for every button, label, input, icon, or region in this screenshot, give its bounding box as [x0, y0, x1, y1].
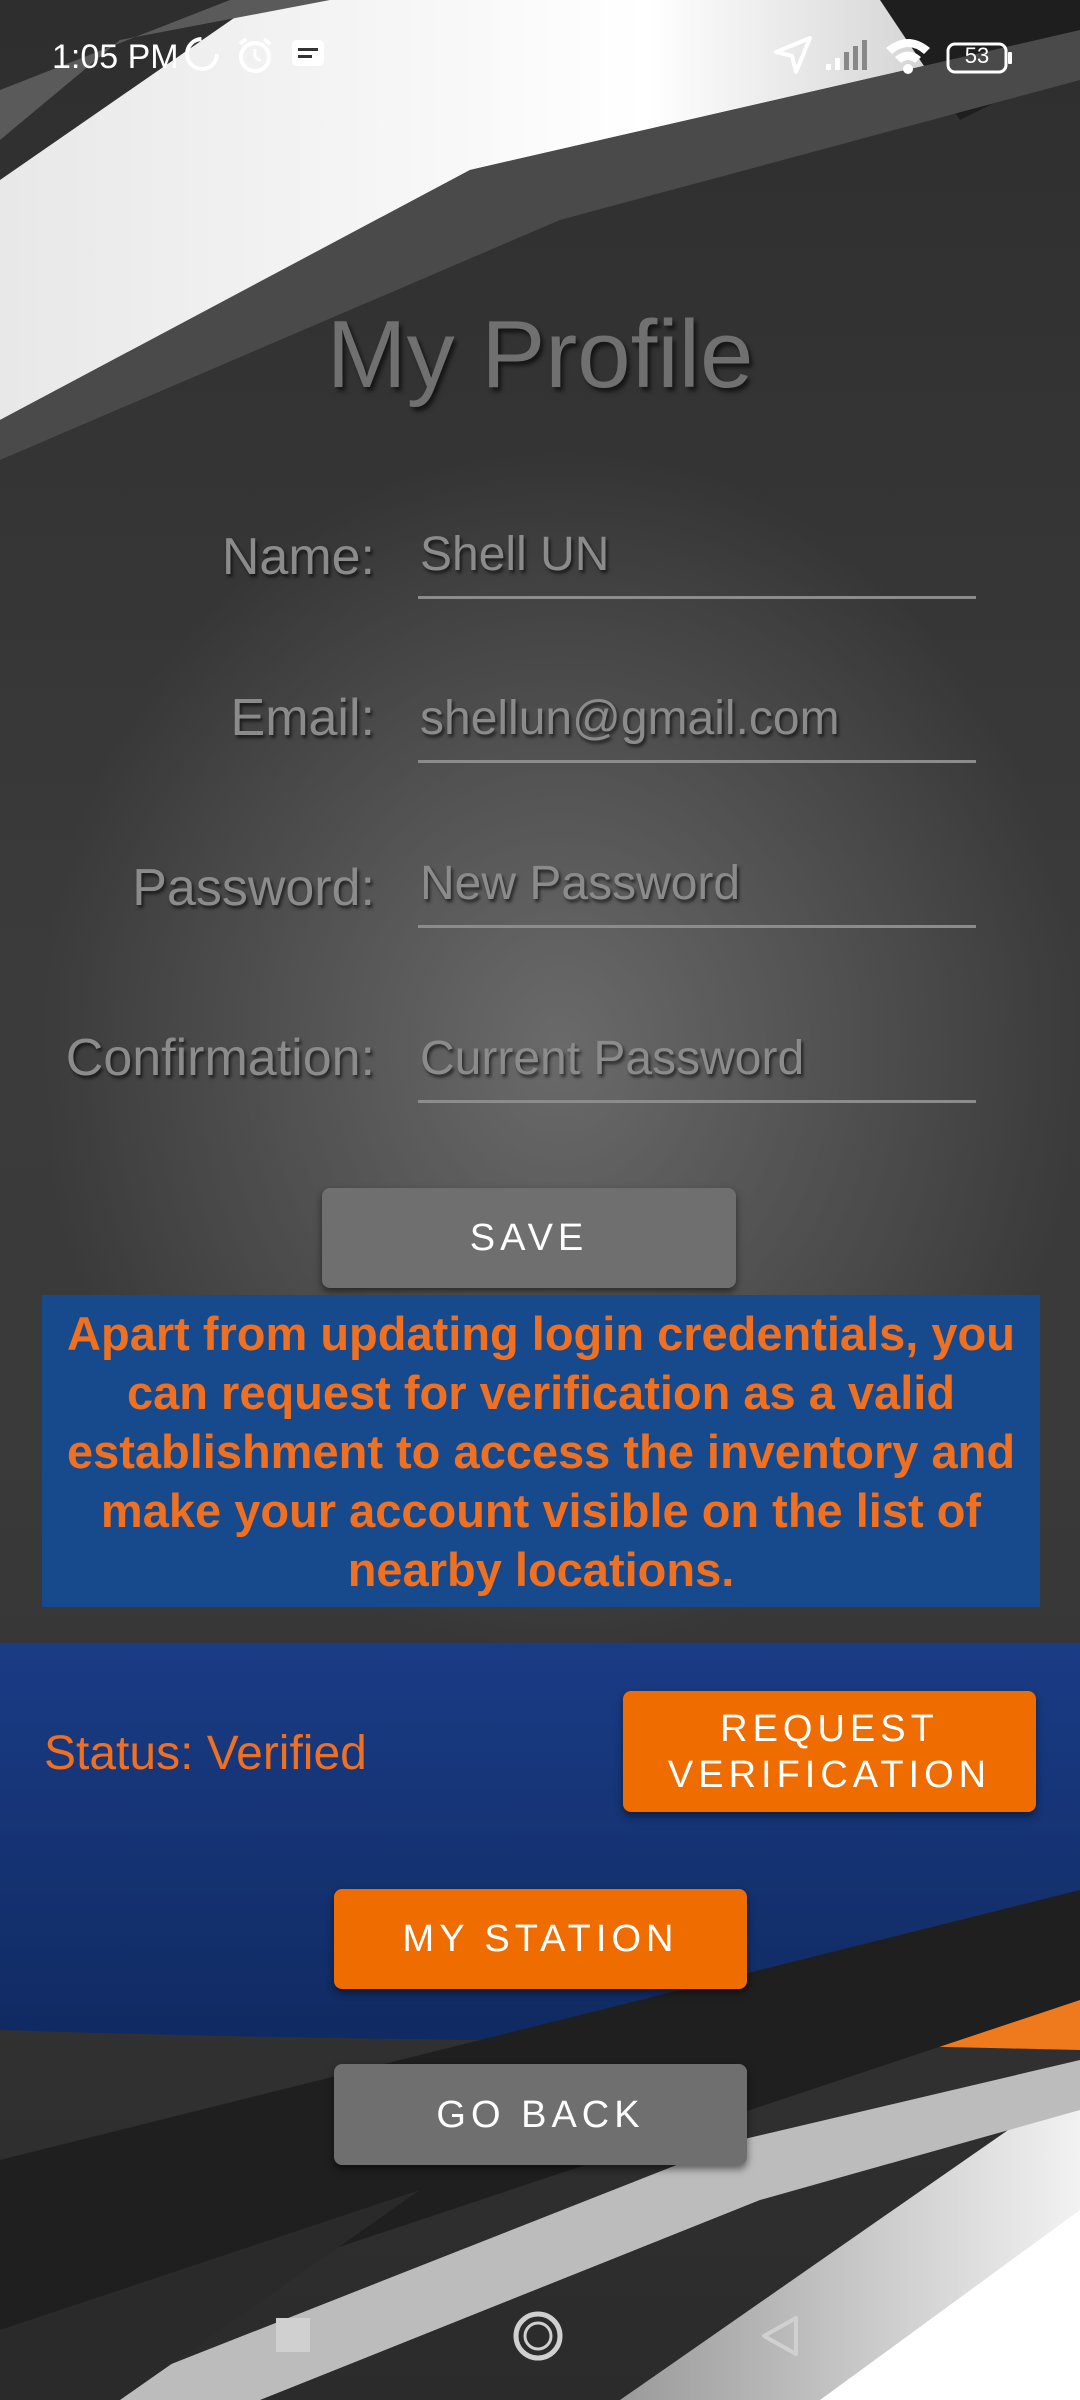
back-triangle-icon[interactable] [760, 2314, 800, 2363]
data-saver-icon [182, 34, 222, 79]
recents-square-icon[interactable] [276, 2318, 310, 2357]
wifi-icon [884, 34, 932, 81]
confirmation-field[interactable]: Current Password [418, 1030, 976, 1103]
confirmation-label: Confirmation: [65, 1029, 375, 1087]
signal-icon [824, 34, 872, 79]
password-label: Password: [132, 859, 375, 917]
request-verification-line1: REQUEST [720, 1707, 939, 1750]
go-back-button[interactable]: GO BACK [334, 2064, 747, 2165]
battery-level: 53 [964, 43, 990, 68]
name-value: Shell UN [420, 528, 610, 581]
verification-status: Status: Verified [44, 1727, 367, 1780]
my-station-button[interactable]: MY STATION [334, 1889, 747, 1989]
status-bar: 1:05 PM 53 [0, 0, 1080, 120]
alarm-icon [234, 34, 276, 81]
request-verification-button[interactable]: REQUEST VERIFICATION [623, 1691, 1036, 1812]
email-label: Email: [230, 689, 375, 747]
email-value: shellun@gmail.com [420, 692, 840, 745]
request-verification-line2: VERIFICATION [667, 1753, 992, 1796]
email-field[interactable]: shellun@gmail.com [418, 690, 976, 763]
verification-info-text: Apart from updating login credentials, y… [66, 1306, 1016, 1596]
verification-info-box: Apart from updating login credentials, y… [42, 1295, 1040, 1607]
password-placeholder: New Password [420, 857, 741, 910]
password-field[interactable]: New Password [418, 855, 976, 928]
message-icon [288, 34, 328, 79]
name-field[interactable]: Shell UN [418, 526, 976, 599]
name-label: Name: [221, 528, 375, 586]
page-title: My Profile [326, 301, 754, 408]
status-time: 1:05 PM [52, 38, 179, 76]
confirmation-placeholder: Current Password [420, 1032, 805, 1085]
home-circle-icon[interactable] [512, 2310, 564, 2367]
location-arrow-icon [772, 34, 814, 81]
battery-icon: 53 [946, 42, 1014, 79]
save-button[interactable]: SAVE [322, 1188, 736, 1288]
